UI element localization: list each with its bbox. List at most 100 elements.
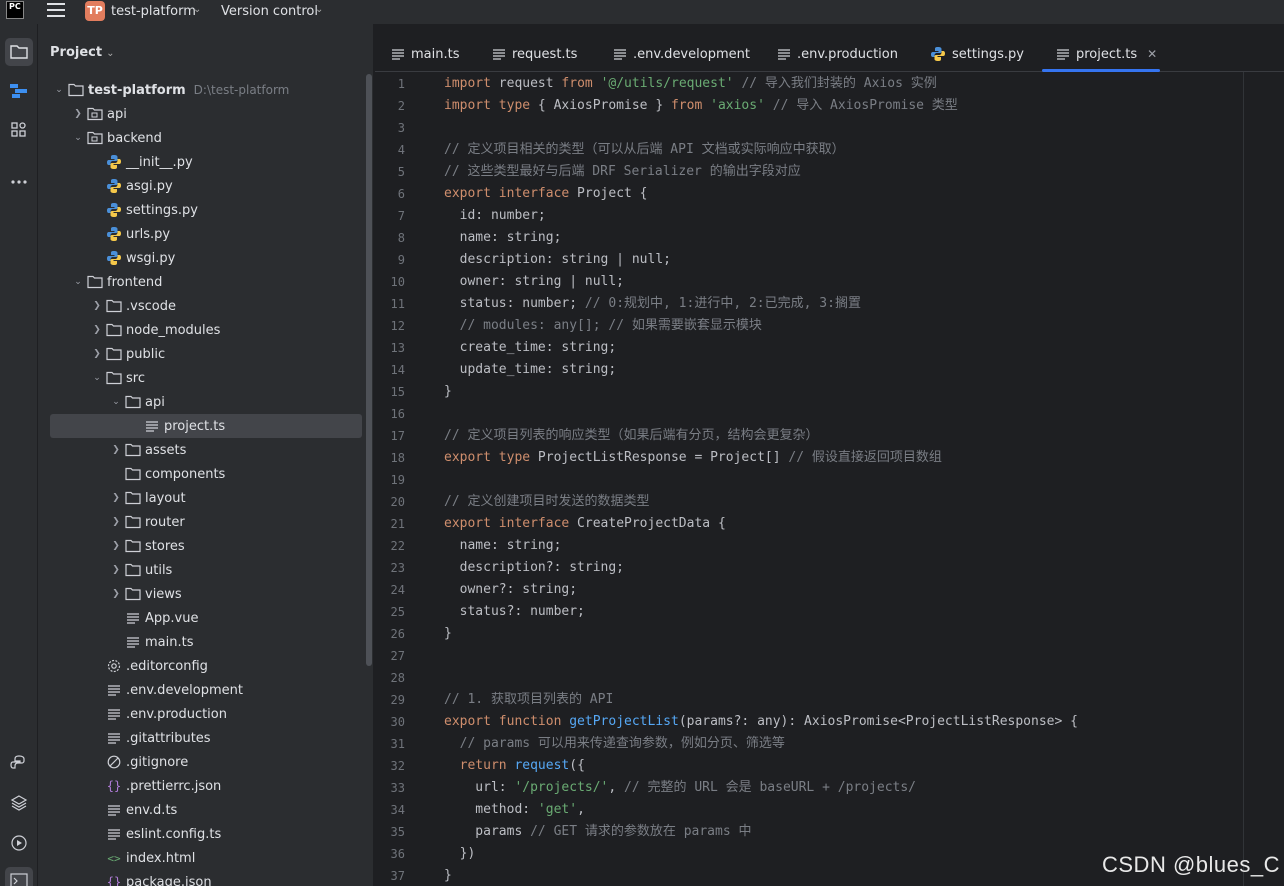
chevron-down-icon[interactable]: ⌄ <box>315 4 323 15</box>
code-line: export interface CreateProjectData { <box>444 516 726 531</box>
project-badge[interactable]: TP <box>85 1 105 21</box>
tree-item[interactable]: urls.py <box>50 222 362 246</box>
main-menu-icon[interactable] <box>47 3 65 17</box>
line-number: 4 <box>397 143 405 157</box>
chevron-right-icon[interactable]: ❯ <box>90 325 104 335</box>
chevron-down-icon[interactable]: ⌄ <box>52 85 66 95</box>
chevron-down-icon[interactable]: ⌄ <box>71 133 85 143</box>
tree-item[interactable]: env.d.ts <box>50 798 362 822</box>
tree-item[interactable]: ❯ public <box>50 342 362 366</box>
chevron-down-icon[interactable]: ⌄ <box>193 4 201 15</box>
chevron-right-icon[interactable]: ❯ <box>90 349 104 359</box>
tree-item-label: frontend <box>107 274 163 290</box>
code-line: import request from '@/utils/request' //… <box>444 76 937 91</box>
tree-scrollbar[interactable] <box>366 74 372 666</box>
chevron-down-icon[interactable]: ⌄ <box>106 48 114 59</box>
chevron-down-icon[interactable]: ⌄ <box>109 397 123 407</box>
tree-item[interactable]: wsgi.py <box>50 246 362 270</box>
tree-item[interactable]: components <box>50 462 362 486</box>
chevron-down-icon[interactable]: ⌄ <box>90 373 104 383</box>
tree-item[interactable]: ❯ stores <box>50 534 362 558</box>
tree-item[interactable]: .env.development <box>50 678 362 702</box>
tree-item[interactable]: __init__.py <box>50 150 362 174</box>
tree-item[interactable]: App.vue <box>50 606 362 630</box>
tab-label: .env.development <box>633 46 750 62</box>
layers-icon[interactable] <box>5 789 33 817</box>
editor-tab[interactable]: .env.development <box>613 43 750 65</box>
terminal-icon[interactable] <box>5 867 33 886</box>
tree-root-row[interactable]: ⌄ test-platform D:\test-platform <box>50 78 362 102</box>
editor-tab[interactable]: .env.production <box>777 43 898 65</box>
code-line: export interface Project { <box>444 186 648 201</box>
run-icon[interactable] <box>5 829 33 857</box>
chevron-right-icon[interactable]: ❯ <box>109 493 123 503</box>
code-line: description: string | null; <box>444 252 671 267</box>
close-icon[interactable]: ✕ <box>1147 47 1157 61</box>
chevron-right-icon[interactable]: ❯ <box>109 445 123 455</box>
chevron-right-icon[interactable]: ❯ <box>90 301 104 311</box>
tree-item[interactable]: ❯ views <box>50 582 362 606</box>
code-line: // 定义项目相关的类型（可以从后端 API 文档或实际响应中获取） <box>444 142 845 157</box>
structure-icon[interactable] <box>5 77 33 105</box>
tree-item[interactable]: asgi.py <box>50 174 362 198</box>
code-editor[interactable]: 1 2 3 4 5 6 7 8 9 10 11 12 13 14 15 16 17 18 19 20 21 22 23 24 2… <box>375 72 1284 886</box>
tree-item-label: node_modules <box>126 322 221 338</box>
chevron-right-icon[interactable]: ❯ <box>109 517 123 527</box>
version-control-menu[interactable]: Version control <box>221 4 318 19</box>
tree-item[interactable]: ❯ api <box>50 102 362 126</box>
tree-item[interactable]: {} package.json <box>50 870 362 886</box>
tree-item[interactable]: ❯ router <box>50 510 362 534</box>
line-number: 3 <box>397 121 405 135</box>
python-console-icon[interactable] <box>5 749 33 777</box>
editor-tab[interactable]: project.ts ✕ <box>1056 43 1157 65</box>
folder-icon[interactable] <box>5 38 33 66</box>
tree-item[interactable]: ⌄ frontend <box>50 270 362 294</box>
tree-item-label: main.ts <box>145 634 194 650</box>
project-panel-title[interactable]: Project ⌄ <box>50 45 114 60</box>
line-number: 5 <box>397 165 405 179</box>
tree-item-label: .vscode <box>126 298 176 314</box>
tree-item[interactable]: .editorconfig <box>50 654 362 678</box>
tree-item[interactable]: eslint.config.ts <box>50 822 362 846</box>
editor-tab[interactable]: settings.py <box>930 43 1024 65</box>
code-line: id: number; <box>444 208 546 223</box>
tree-item-label: wsgi.py <box>126 250 176 266</box>
tree-item[interactable]: settings.py <box>50 198 362 222</box>
line-number: 34 <box>390 803 405 817</box>
plugins-icon[interactable] <box>5 116 33 144</box>
chevron-right-icon[interactable]: ❯ <box>109 589 123 599</box>
tree-item[interactable]: ❯ .vscode <box>50 294 362 318</box>
tree-item[interactable]: {} .prettierrc.json <box>50 774 362 798</box>
text-file-icon <box>492 48 506 60</box>
code-line: } <box>444 626 452 641</box>
tree-item[interactable]: <> index.html <box>50 846 362 870</box>
chevron-right-icon[interactable]: ❯ <box>71 109 85 119</box>
tree-item[interactable]: ❯ layout <box>50 486 362 510</box>
pycharm-logo-icon[interactable]: PC <box>6 1 24 19</box>
tree-item[interactable]: ⌄ api <box>50 390 362 414</box>
line-number: 37 <box>390 869 405 883</box>
line-number: 12 <box>390 319 405 333</box>
tree-item-label: .gitattributes <box>126 730 211 746</box>
chevron-right-icon[interactable]: ❯ <box>109 541 123 551</box>
folder-icon <box>125 394 141 410</box>
tree-item[interactable]: ⌄ backend <box>50 126 362 150</box>
tree-item[interactable]: project.ts <box>50 414 362 438</box>
tree-item[interactable]: main.ts <box>50 630 362 654</box>
more-icon[interactable] <box>5 168 33 196</box>
code-line: owner: string | null; <box>444 274 625 289</box>
line-number: 17 <box>390 429 405 443</box>
tree-item[interactable]: ❯ utils <box>50 558 362 582</box>
tree-item[interactable]: .env.production <box>50 702 362 726</box>
editor-tab[interactable]: request.ts <box>492 43 577 65</box>
chevron-right-icon[interactable]: ❯ <box>109 565 123 575</box>
text-file-icon <box>106 802 122 818</box>
tree-item[interactable]: ⌄ src <box>50 366 362 390</box>
editor-tab[interactable]: main.ts <box>391 43 459 65</box>
project-name[interactable]: test-platform <box>111 4 196 19</box>
tree-item[interactable]: .gitignore <box>50 750 362 774</box>
tree-item[interactable]: .gitattributes <box>50 726 362 750</box>
tree-item[interactable]: ❯ node_modules <box>50 318 362 342</box>
chevron-down-icon[interactable]: ⌄ <box>71 277 85 287</box>
tree-item[interactable]: ❯ assets <box>50 438 362 462</box>
